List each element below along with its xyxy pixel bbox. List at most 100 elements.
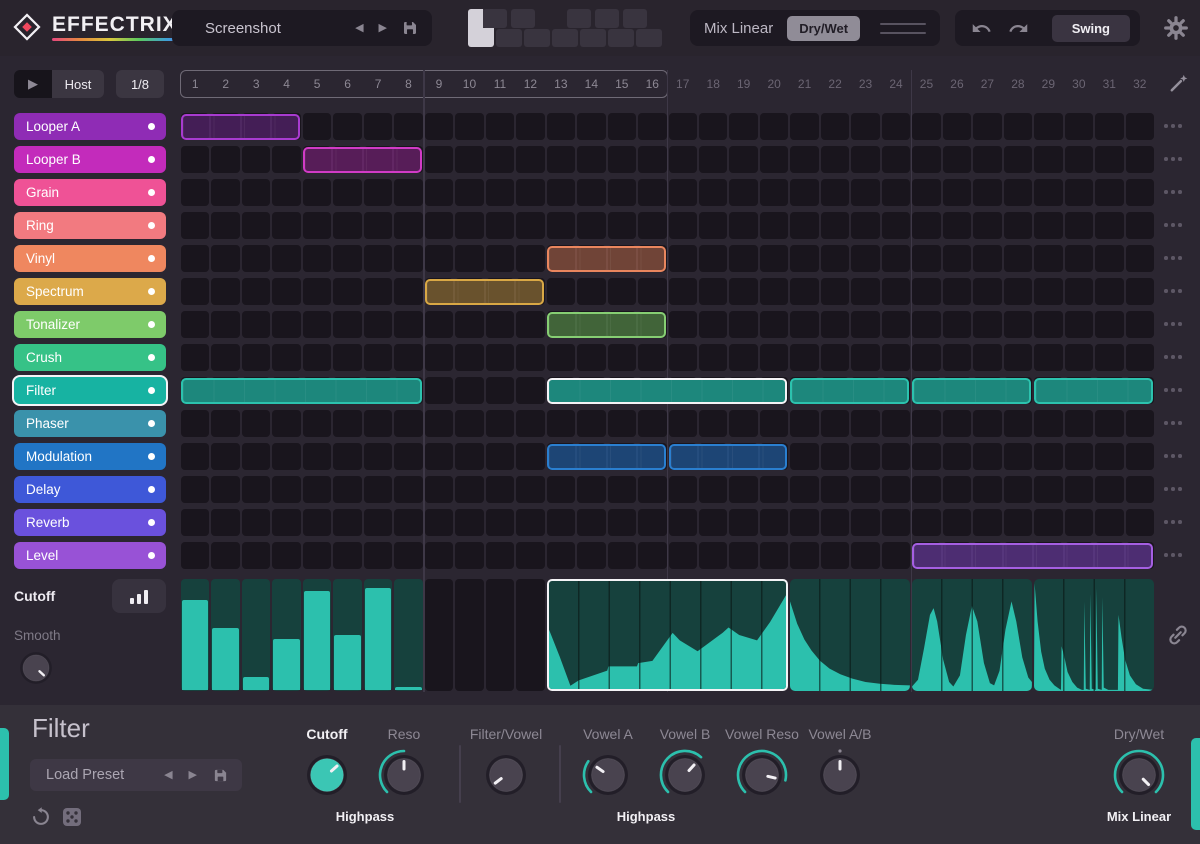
track-vinyl[interactable]: Vinyl [14, 245, 166, 272]
grid-cell[interactable] [912, 113, 941, 140]
track-ring[interactable]: Ring [14, 212, 166, 239]
grid-cell[interactable] [424, 146, 454, 173]
grid-cell[interactable] [881, 410, 911, 437]
grid-cell[interactable] [973, 344, 1002, 371]
grid-cell[interactable] [1064, 344, 1094, 371]
grid-cell[interactable] [1095, 311, 1124, 338]
grid-cell[interactable] [546, 476, 576, 503]
grid-cell[interactable] [1003, 344, 1033, 371]
grid-cell[interactable] [1034, 245, 1063, 272]
grid-cell[interactable] [1064, 443, 1094, 470]
grid-cell[interactable] [181, 245, 210, 272]
grid-cell[interactable] [424, 410, 454, 437]
grid-cell[interactable] [698, 542, 728, 569]
grid-cell[interactable] [1125, 344, 1154, 371]
grid-cell[interactable] [1095, 278, 1124, 305]
swing-button[interactable]: Swing [1051, 14, 1130, 42]
grid-cell[interactable] [424, 542, 454, 569]
pattern-key-2[interactable] [496, 29, 522, 47]
dry-wet-button[interactable]: Dry/Wet [787, 15, 861, 41]
grid-cell[interactable] [333, 443, 362, 470]
track-enable-dot[interactable] [148, 156, 155, 163]
grid-cell[interactable] [668, 410, 697, 437]
grid-cell[interactable] [516, 113, 545, 140]
effect-preset-save-icon[interactable] [213, 768, 228, 783]
automation-bar[interactable] [182, 599, 209, 690]
grid-cell[interactable] [1095, 443, 1124, 470]
grid-cell[interactable] [394, 245, 423, 272]
timeline-step-20[interactable]: 20 [759, 70, 789, 98]
grid-cell[interactable] [729, 212, 758, 239]
track-enable-dot[interactable] [148, 387, 155, 394]
grid-cell[interactable] [942, 476, 972, 503]
grid-cell[interactable] [973, 212, 1002, 239]
track-level[interactable]: Level [14, 542, 166, 569]
knob-vowel-a-b[interactable] [811, 746, 869, 804]
grid-cell[interactable] [881, 311, 911, 338]
grid-cell[interactable] [181, 476, 210, 503]
grid-cell[interactable] [333, 179, 362, 206]
grid-cell[interactable] [851, 542, 880, 569]
grid-cell[interactable] [455, 377, 484, 404]
pattern-key-3[interactable] [524, 29, 550, 47]
grid-cell[interactable] [820, 542, 850, 569]
knob-smooth[interactable] [13, 645, 59, 691]
grid-cell[interactable] [881, 146, 911, 173]
track-enable-dot[interactable] [148, 222, 155, 229]
grid-cell[interactable] [546, 278, 576, 305]
knob-dry-wet[interactable] [1110, 746, 1168, 804]
grid-cell[interactable] [729, 311, 758, 338]
grid-cell[interactable] [881, 179, 911, 206]
grid-cell[interactable] [424, 245, 454, 272]
grid-cell[interactable] [759, 113, 789, 140]
grid-cell[interactable] [211, 476, 240, 503]
grid-cell[interactable] [272, 245, 301, 272]
pattern-key-6[interactable] [608, 29, 634, 47]
grid-cell[interactable] [455, 476, 484, 503]
grid-cell[interactable] [1003, 278, 1033, 305]
grid-cell[interactable] [272, 146, 301, 173]
automation-step[interactable] [241, 579, 271, 691]
grid-cell[interactable] [851, 212, 880, 239]
row-menu-phaser[interactable] [1164, 421, 1182, 425]
grid-cell[interactable] [302, 212, 332, 239]
grid-cell[interactable] [241, 146, 271, 173]
grid-cell[interactable] [851, 476, 880, 503]
grid-cell[interactable] [211, 542, 240, 569]
grid-cell[interactable] [424, 443, 454, 470]
grid-cell[interactable] [181, 509, 210, 536]
grid-cell[interactable] [607, 278, 637, 305]
grid-cell[interactable] [241, 179, 271, 206]
grid-cell[interactable] [1125, 410, 1154, 437]
grid-cell[interactable] [942, 212, 972, 239]
grid-cell[interactable] [942, 344, 972, 371]
grid-cell[interactable] [181, 146, 210, 173]
pattern-key-11[interactable] [595, 9, 619, 28]
grid-cell[interactable] [424, 212, 454, 239]
fx-block-tonalizer[interactable] [546, 311, 666, 338]
automation-step[interactable] [333, 579, 362, 691]
undo-icon[interactable] [971, 18, 992, 39]
timeline-step-1[interactable]: 1 [180, 70, 210, 98]
grid-cell[interactable] [698, 509, 728, 536]
grid-cell[interactable] [973, 278, 1002, 305]
timeline-step-15[interactable]: 15 [607, 70, 637, 98]
track-enable-dot[interactable] [148, 420, 155, 427]
timeline-step-27[interactable]: 27 [972, 70, 1002, 98]
grid-cell[interactable] [455, 311, 484, 338]
grid-cell[interactable] [363, 344, 393, 371]
grid-cell[interactable] [759, 410, 789, 437]
grid-cell[interactable] [394, 443, 423, 470]
grid-cell[interactable] [668, 245, 697, 272]
grid-cell[interactable] [607, 476, 637, 503]
settings-gear-icon[interactable] [1163, 15, 1189, 41]
grid-cell[interactable] [485, 179, 515, 206]
grid-cell[interactable] [1064, 311, 1094, 338]
grid-cell[interactable] [851, 245, 880, 272]
fx-block-filter[interactable] [1034, 377, 1153, 404]
grid-cell[interactable] [912, 476, 941, 503]
grid-cell[interactable] [1003, 443, 1033, 470]
grid-cell[interactable] [912, 245, 941, 272]
automation-empty-cell[interactable] [516, 579, 545, 691]
pattern-key-10[interactable] [567, 9, 591, 28]
